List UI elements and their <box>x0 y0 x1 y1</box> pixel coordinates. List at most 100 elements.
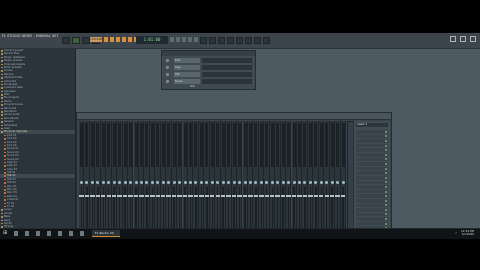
channel-step-sequencer[interactable] <box>202 65 252 70</box>
pan-knob[interactable] <box>341 181 345 184</box>
volume-fader-track[interactable] <box>162 187 164 231</box>
channel-name-button[interactable]: Hat <box>174 72 200 77</box>
pan-knob[interactable] <box>199 181 203 184</box>
pan-knob[interactable] <box>123 181 127 184</box>
volume-fader-track[interactable] <box>287 187 290 231</box>
volume-fader-handle[interactable] <box>253 195 259 197</box>
volume-fader-track[interactable] <box>97 187 99 231</box>
pan-knob[interactable] <box>238 181 242 184</box>
playlist-icon[interactable] <box>170 37 174 42</box>
volume-fader-handle[interactable] <box>231 195 237 197</box>
volume-fader-track[interactable] <box>211 187 213 231</box>
volume-fader-track[interactable] <box>282 187 284 231</box>
volume-fader-handle[interactable] <box>139 195 144 197</box>
volume-fader-handle[interactable] <box>182 195 188 197</box>
volume-fader-handle[interactable] <box>291 195 297 197</box>
pan-knob[interactable] <box>80 181 83 184</box>
effect-slot[interactable] <box>356 194 388 198</box>
speaker-icon[interactable]: ♪ <box>455 231 457 235</box>
pan-knob[interactable] <box>129 181 133 184</box>
volume-fader-track[interactable] <box>342 187 344 231</box>
pan-knob[interactable] <box>314 181 318 184</box>
volume-fader-handle[interactable] <box>340 195 346 197</box>
volume-fader-track[interactable] <box>102 187 104 231</box>
effect-slot[interactable] <box>356 148 388 152</box>
browser-app-icon[interactable] <box>47 231 51 236</box>
volume-fader-track[interactable] <box>271 187 273 231</box>
pan-knob[interactable] <box>156 181 160 184</box>
media-icon[interactable] <box>80 231 84 236</box>
volume-fader-handle[interactable] <box>188 195 193 197</box>
pan-knob[interactable] <box>178 181 182 184</box>
volume-fader-handle[interactable] <box>84 195 90 197</box>
volume-fader-handle[interactable] <box>171 195 177 197</box>
task-view-icon[interactable] <box>25 231 29 236</box>
volume-fader-handle[interactable] <box>215 195 220 197</box>
effect-slot[interactable] <box>356 162 388 166</box>
volume-fader-handle[interactable] <box>259 195 264 197</box>
volume-fader-track[interactable] <box>304 187 306 231</box>
pan-knob[interactable] <box>325 181 329 184</box>
effect-slot[interactable] <box>356 157 388 162</box>
mixer-titlebar[interactable] <box>77 113 391 120</box>
tools-icon[interactable] <box>263 37 270 44</box>
volume-fader-track[interactable] <box>217 187 219 231</box>
volume-fader-handle[interactable] <box>95 195 101 197</box>
channel-mute-led[interactable] <box>166 59 169 62</box>
channel-mute-led[interactable] <box>166 66 169 69</box>
effect-slot[interactable] <box>356 175 388 180</box>
pan-knob[interactable] <box>96 181 100 184</box>
channel-step-sequencer[interactable] <box>202 58 252 63</box>
volume-fader-track[interactable] <box>118 187 121 231</box>
channel-step-sequencer[interactable] <box>202 72 252 77</box>
pan-knob[interactable] <box>189 181 192 184</box>
volume-fader-handle[interactable] <box>144 195 150 197</box>
pan-knob[interactable] <box>243 181 247 184</box>
volume-fader-track[interactable] <box>129 187 132 231</box>
volume-fader-track[interactable] <box>151 187 154 231</box>
pan-knob[interactable] <box>205 181 209 184</box>
volume-fader-track[interactable] <box>320 187 322 231</box>
volume-fader-track[interactable] <box>222 187 224 231</box>
pan-knob[interactable] <box>107 181 111 184</box>
channel-rack-header[interactable] <box>162 51 255 56</box>
store-icon[interactable] <box>58 231 62 236</box>
pan-knob[interactable] <box>101 181 105 184</box>
volume-fader-handle[interactable] <box>177 195 182 197</box>
start-icon[interactable]: ⊞ <box>3 231 8 236</box>
effect-slot[interactable] <box>356 208 388 212</box>
online-icon[interactable] <box>227 37 234 44</box>
volume-fader-handle[interactable] <box>155 195 160 197</box>
pan-knob[interactable] <box>254 181 258 184</box>
pan-knob[interactable] <box>232 181 236 184</box>
wait-for-input-icon[interactable] <box>110 37 114 42</box>
effect-slot[interactable] <box>356 185 388 189</box>
play-button[interactable] <box>72 37 80 44</box>
effect-slot[interactable] <box>356 212 388 217</box>
effect-slot[interactable] <box>356 130 388 134</box>
maximize-icon[interactable] <box>460 36 466 42</box>
volume-fader-handle[interactable] <box>270 195 275 197</box>
volume-fader-track[interactable] <box>276 187 279 231</box>
volume-fader-handle[interactable] <box>161 195 166 197</box>
channel-rack-icon[interactable] <box>182 37 186 42</box>
volume-fader-track[interactable] <box>124 187 126 231</box>
volume-fader-handle[interactable] <box>210 195 215 197</box>
volume-fader-track[interactable] <box>238 187 241 231</box>
pan-knob[interactable] <box>308 181 312 184</box>
metronome-icon[interactable] <box>104 37 108 42</box>
volume-fader-handle[interactable] <box>122 195 128 197</box>
mail-icon[interactable] <box>69 231 73 236</box>
search-icon[interactable] <box>14 231 18 236</box>
volume-fader-track[interactable] <box>249 187 252 231</box>
pan-knob[interactable] <box>90 181 94 184</box>
volume-fader-track[interactable] <box>86 187 88 231</box>
pan-knob[interactable] <box>221 181 225 184</box>
volume-fader-track[interactable] <box>173 187 175 231</box>
effect-slot[interactable] <box>356 189 388 194</box>
pattern-song-toggle[interactable] <box>62 37 70 44</box>
volume-fader-track[interactable] <box>298 187 301 231</box>
pan-knob[interactable] <box>112 181 116 184</box>
volume-fader-track[interactable] <box>309 187 312 231</box>
effect-slot[interactable] <box>356 203 388 208</box>
